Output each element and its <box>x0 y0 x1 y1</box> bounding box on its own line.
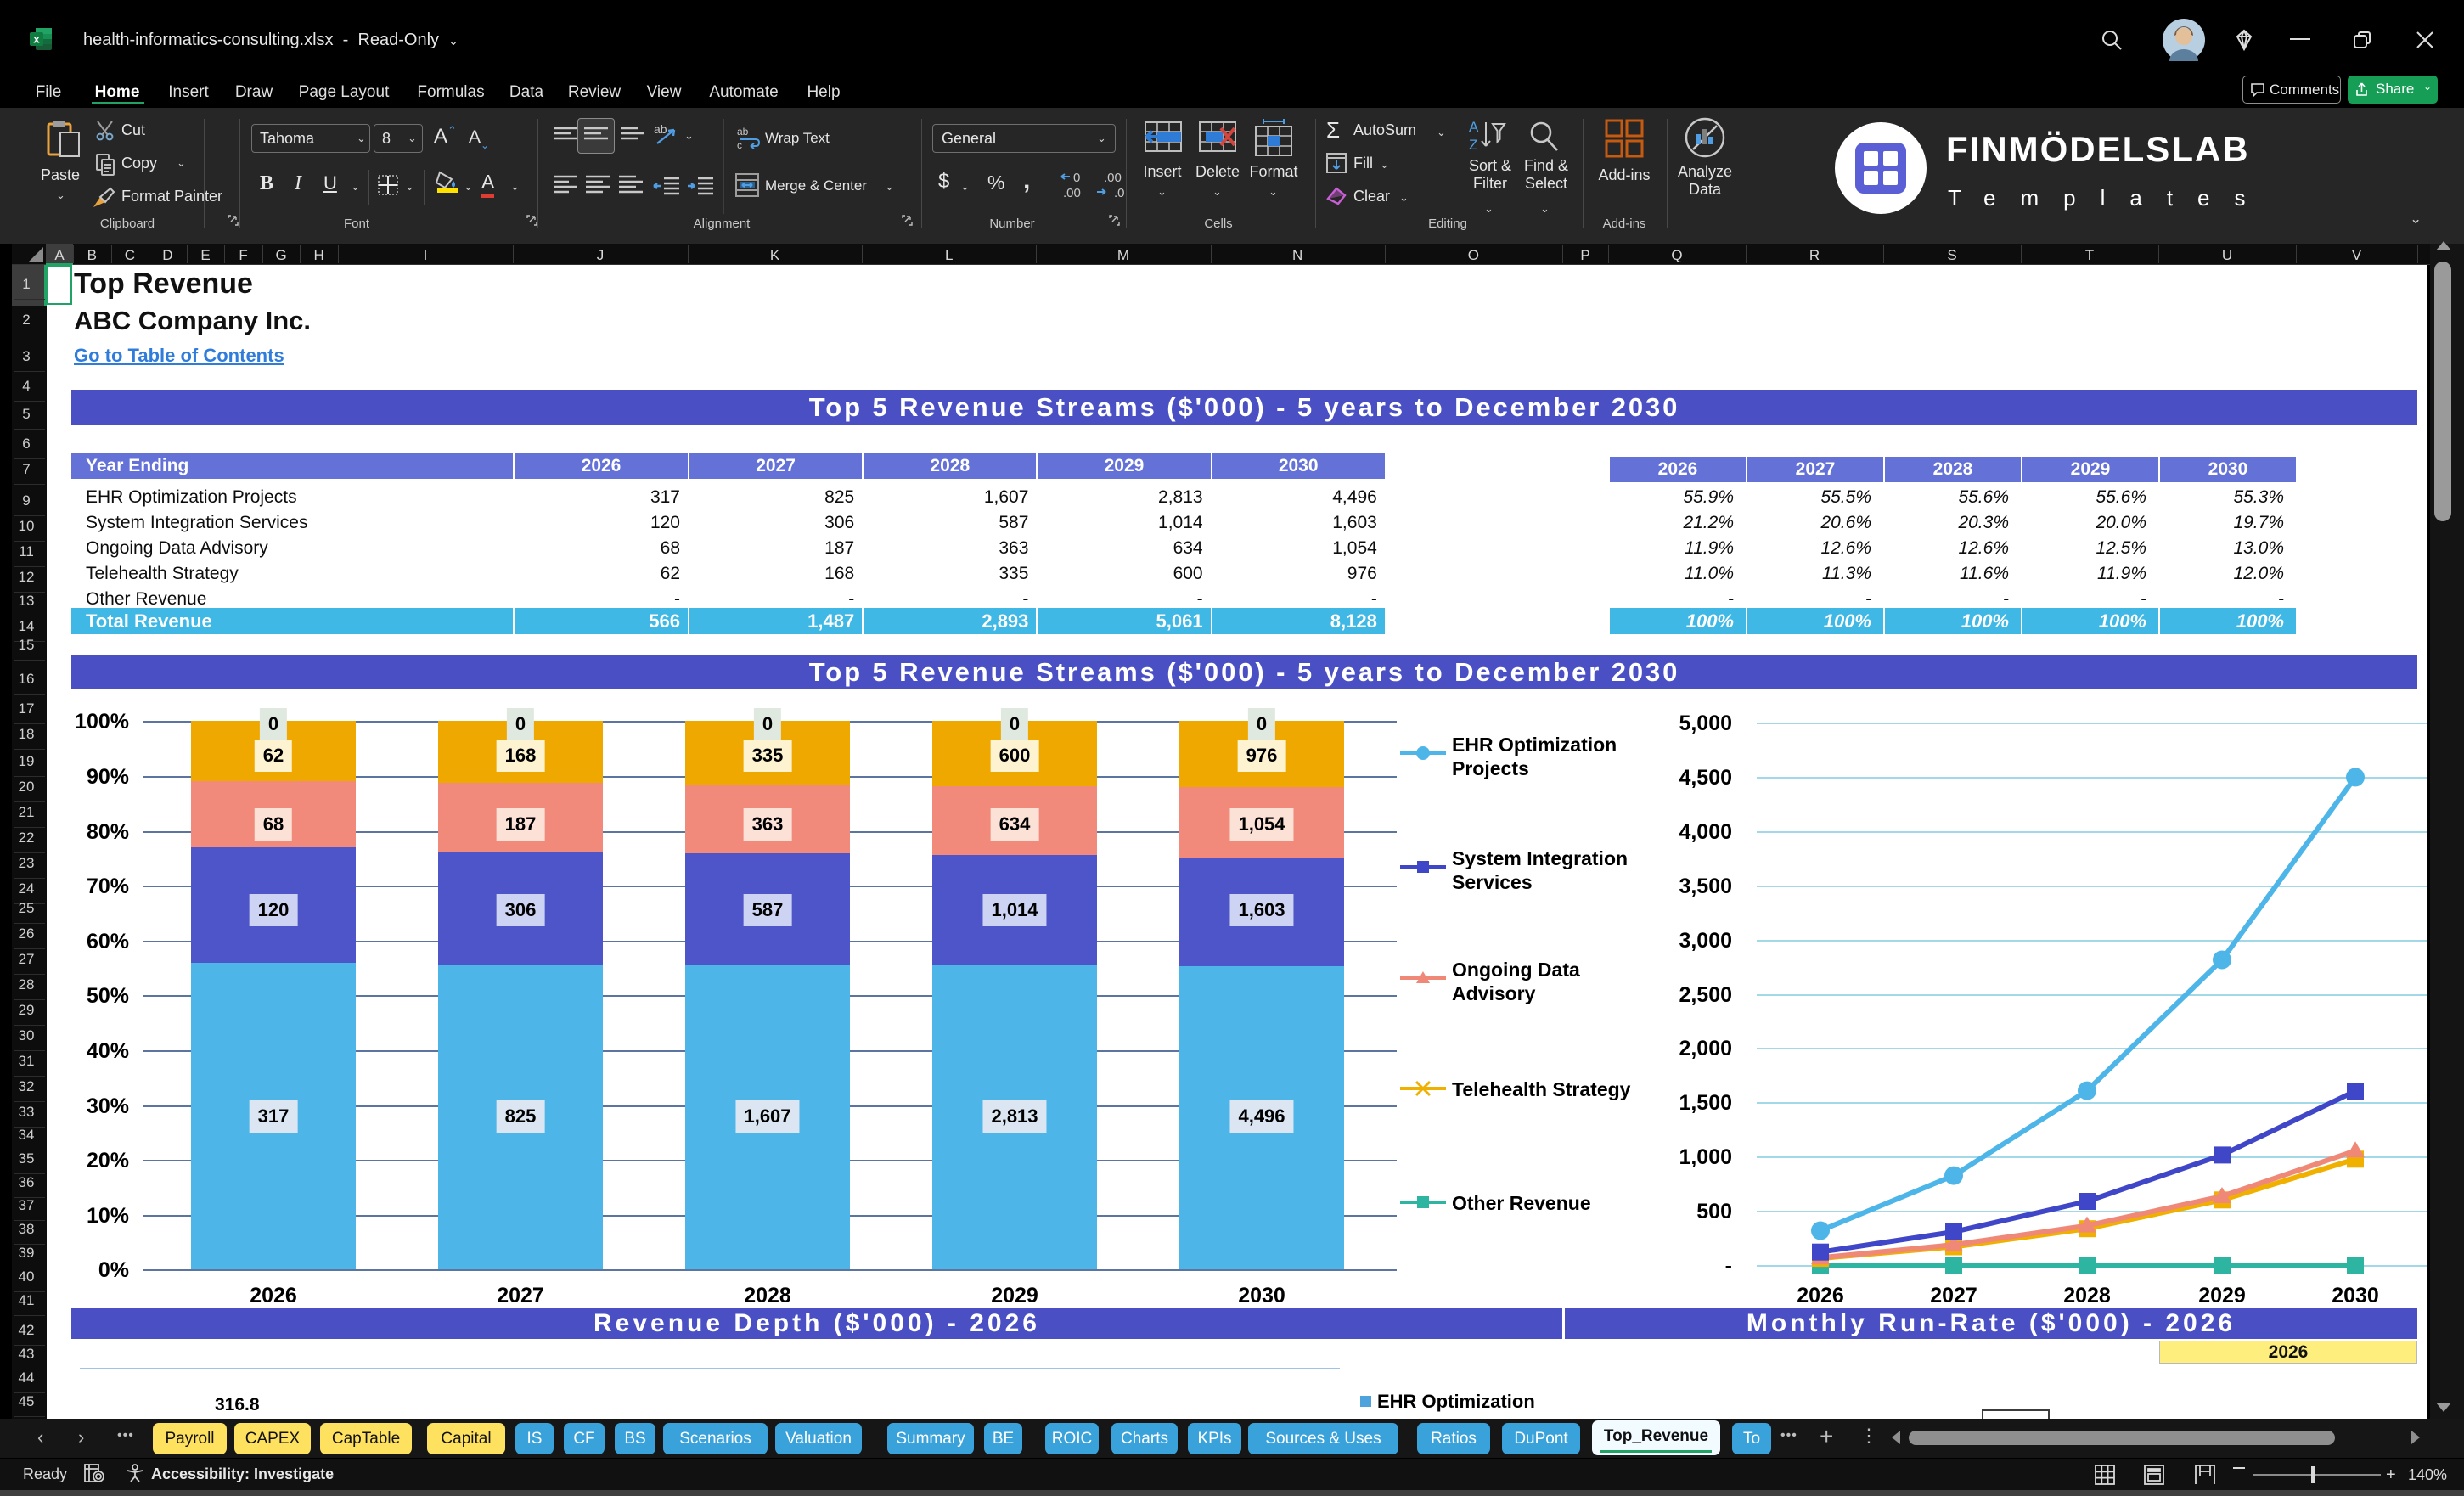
svg-text:A: A <box>1469 119 1479 135</box>
svg-text:.0: .0 <box>1114 186 1125 200</box>
svg-text:ab: ab <box>654 122 667 136</box>
svg-text:.00: .00 <box>1104 171 1122 185</box>
svg-text:x: x <box>33 33 40 46</box>
svg-text:c: c <box>737 139 742 151</box>
svg-text:0: 0 <box>1073 171 1080 185</box>
svg-text:.00: .00 <box>1063 186 1081 200</box>
svg-text:ab: ab <box>737 126 749 138</box>
svg-text:Z: Z <box>1469 137 1477 153</box>
